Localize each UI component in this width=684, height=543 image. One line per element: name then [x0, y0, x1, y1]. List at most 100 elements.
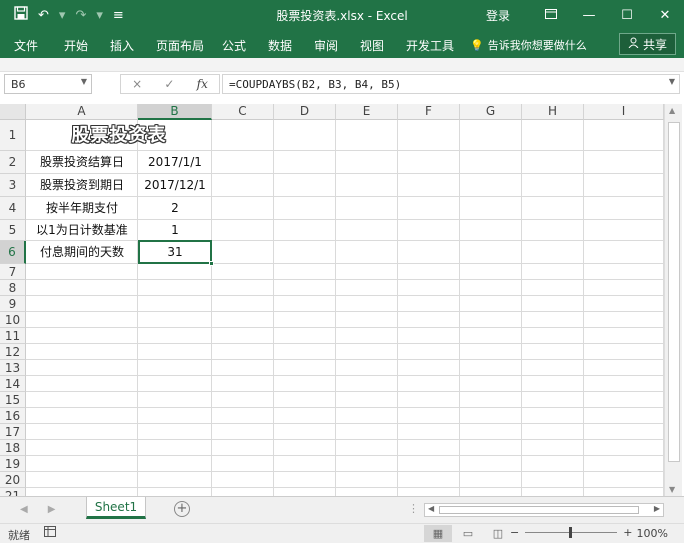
- column-header-g[interactable]: G: [460, 104, 522, 120]
- tell-me-search[interactable]: 💡 告诉我你想要做什么: [470, 37, 587, 53]
- label-cell-a3[interactable]: 股票投资到期日: [26, 174, 138, 197]
- column-header-a[interactable]: A: [26, 104, 138, 120]
- row-header-10[interactable]: 10: [0, 312, 26, 328]
- ribbon-display-icon[interactable]: [532, 8, 570, 23]
- row-gridline: [26, 407, 664, 408]
- row-header-8[interactable]: 8: [0, 280, 26, 296]
- scroll-right-icon[interactable]: ▶: [654, 504, 660, 513]
- share-button[interactable]: 共享: [618, 33, 676, 55]
- insert-function-icon[interactable]: fx: [197, 77, 208, 91]
- fill-handle[interactable]: [209, 261, 214, 266]
- zoom-slider[interactable]: − +: [510, 526, 632, 539]
- row-header-14[interactable]: 14: [0, 376, 26, 392]
- page-break-view-icon[interactable]: ◫: [484, 525, 512, 542]
- chevron-down-icon[interactable]: ▼: [81, 77, 87, 86]
- page-layout-view-icon[interactable]: ▭: [454, 525, 482, 542]
- next-sheet-icon[interactable]: ▶: [48, 504, 56, 515]
- row-header-17[interactable]: 17: [0, 424, 26, 440]
- cancel-icon[interactable]: ×: [132, 77, 142, 91]
- formula-buttons: × ✓ fx: [120, 74, 220, 94]
- row-header-16[interactable]: 16: [0, 408, 26, 424]
- tab-data[interactable]: 数据: [268, 37, 292, 54]
- label-cell-a6[interactable]: 付息期间的天数: [26, 241, 138, 264]
- column-header-c[interactable]: C: [212, 104, 274, 120]
- row-header-20[interactable]: 20: [0, 472, 26, 488]
- value-cell-b5[interactable]: 1: [138, 220, 212, 241]
- row-header-15[interactable]: 15: [0, 392, 26, 408]
- row-gridline: [26, 471, 664, 472]
- label-cell-a2[interactable]: 股票投资结算日: [26, 151, 138, 174]
- tab-developer[interactable]: 开发工具: [406, 37, 454, 54]
- close-icon[interactable]: ✕: [646, 8, 684, 23]
- tab-home[interactable]: 开始: [64, 37, 88, 54]
- zoom-level[interactable]: 100%: [637, 527, 668, 540]
- expand-formula-icon[interactable]: ▼: [669, 77, 675, 86]
- column-gridline: [459, 120, 460, 496]
- tab-view[interactable]: 视图: [360, 37, 384, 54]
- row-header-3[interactable]: 3: [0, 174, 26, 197]
- row-gridline: [26, 343, 664, 344]
- row-header-21[interactable]: 21: [0, 488, 26, 496]
- column-header-f[interactable]: F: [398, 104, 460, 120]
- row-header-18[interactable]: 18: [0, 440, 26, 456]
- tab-review[interactable]: 审阅: [314, 37, 338, 54]
- lightbulb-icon: 💡: [470, 38, 484, 52]
- row-header-12[interactable]: 12: [0, 344, 26, 360]
- row-header-7[interactable]: 7: [0, 264, 26, 280]
- normal-view-icon[interactable]: ▦: [424, 525, 452, 542]
- scroll-up-icon[interactable]: ▲: [669, 106, 675, 115]
- tab-split-handle-icon[interactable]: ⋮: [408, 502, 419, 515]
- formula-input[interactable]: =COUPDAYBS(B2, B3, B4, B5) ▼: [222, 74, 680, 94]
- column-header-h[interactable]: H: [522, 104, 584, 120]
- vertical-scrollbar[interactable]: ▲ ▼: [664, 104, 682, 496]
- scroll-down-icon[interactable]: ▼: [669, 485, 675, 494]
- zoom-knob[interactable]: [569, 527, 573, 538]
- add-sheet-icon[interactable]: +: [174, 501, 190, 517]
- enter-icon[interactable]: ✓: [164, 77, 174, 91]
- column-header-i[interactable]: I: [584, 104, 664, 120]
- macro-record-icon[interactable]: [44, 526, 56, 540]
- label-cell-a5[interactable]: 以1为日计数基准: [26, 220, 138, 241]
- tab-formulas[interactable]: 公式: [222, 37, 246, 54]
- value-cell-b3[interactable]: 2017/12/1: [138, 174, 212, 197]
- login-button[interactable]: 登录: [486, 7, 510, 24]
- tab-page-layout[interactable]: 页面布局: [156, 37, 204, 54]
- column-gridline: [521, 120, 522, 496]
- row-header-4[interactable]: 4: [0, 197, 26, 220]
- select-all-corner[interactable]: [0, 104, 26, 120]
- row-gridline: [26, 327, 664, 328]
- horizontal-scrollbar[interactable]: ◀ ▶: [424, 503, 664, 517]
- row-header-6[interactable]: 6: [0, 241, 26, 264]
- maximize-icon[interactable]: ☐: [608, 8, 646, 23]
- value-cell-b2[interactable]: 2017/1/1: [138, 151, 212, 174]
- tab-insert[interactable]: 插入: [110, 37, 134, 54]
- column-header-e[interactable]: E: [336, 104, 398, 120]
- prev-sheet-icon[interactable]: ◀: [20, 504, 28, 515]
- row-header-1[interactable]: 1: [0, 120, 26, 151]
- vertical-scroll-thumb[interactable]: [668, 122, 680, 462]
- value-cell-b4[interactable]: 2: [138, 197, 212, 220]
- row-header-9[interactable]: 9: [0, 296, 26, 312]
- zoom-out-icon[interactable]: −: [510, 526, 519, 539]
- row-header-13[interactable]: 13: [0, 360, 26, 376]
- sheet-tab-sheet1[interactable]: Sheet1: [86, 497, 146, 519]
- scroll-left-icon[interactable]: ◀: [428, 504, 434, 513]
- zoom-in-icon[interactable]: +: [623, 526, 632, 539]
- sheet-title-cell[interactable]: 股票投资表: [26, 121, 212, 151]
- row-header-19[interactable]: 19: [0, 456, 26, 472]
- horizontal-scroll-thumb[interactable]: [439, 506, 639, 514]
- row-header-5[interactable]: 5: [0, 220, 26, 241]
- row-gridline: [26, 423, 664, 424]
- zoom-track[interactable]: [525, 527, 618, 538]
- column-header-d[interactable]: D: [274, 104, 336, 120]
- minimize-icon[interactable]: —: [570, 8, 608, 23]
- column-header-b[interactable]: B: [138, 104, 212, 120]
- row-header-11[interactable]: 11: [0, 328, 26, 344]
- name-box[interactable]: B6 ▼: [4, 74, 92, 94]
- row-gridline: [26, 311, 664, 312]
- row-header-2[interactable]: 2: [0, 151, 26, 174]
- tab-file[interactable]: 文件: [14, 37, 38, 54]
- row-gridline: [26, 359, 664, 360]
- worksheet-grid[interactable]: ABCDEFGHI 1 2 3 4 5 6 7 8 9 10 11 12 13 14 15 16 17 18 19 2…: [0, 104, 684, 496]
- label-cell-a4[interactable]: 按半年期支付: [26, 197, 138, 220]
